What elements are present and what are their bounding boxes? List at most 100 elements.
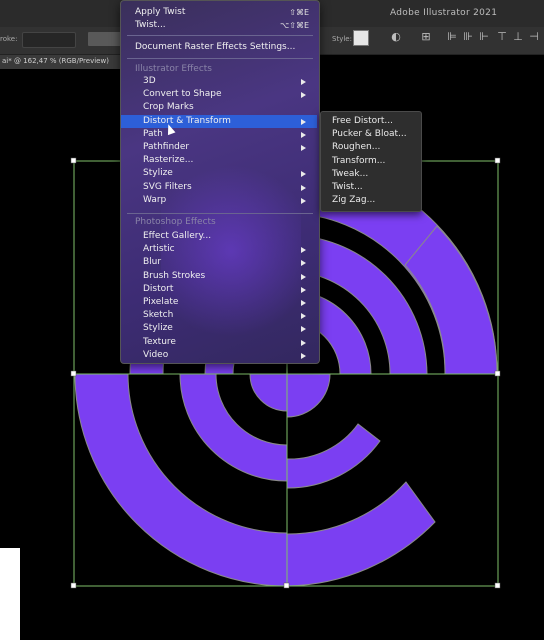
menu-item-svg-filters[interactable]: SVG Filters	[121, 181, 317, 194]
submenu-item-free-distort[interactable]: Free Distort...	[332, 116, 393, 126]
submenu-item-zig-zag[interactable]: Zig Zag...	[332, 195, 375, 205]
menu-item-label: Effect Gallery...	[143, 231, 212, 241]
effect-menu: Apply Twist ⇧⌘E Twist... ⌥⇧⌘E Document R…	[120, 0, 320, 364]
ring-segment	[286, 481, 436, 587]
menu-item-label: Blur	[143, 257, 162, 268]
menu-item-blur[interactable]: Blur	[121, 256, 317, 269]
submenu-item-roughen[interactable]: Roughen...	[332, 142, 380, 152]
menu-item-3d[interactable]: 3D	[121, 75, 317, 88]
apply-twist-item[interactable]: Apply Twist ⇧⌘E	[121, 6, 317, 19]
graphic-style-swatch[interactable]	[353, 30, 369, 46]
menu-item-brush-strokes[interactable]: Brush Strokes	[121, 270, 317, 283]
submenu-arrow-icon	[301, 171, 306, 178]
recolor-icon[interactable]: ◐	[390, 31, 402, 43]
menu-item-label: Distort	[143, 283, 174, 294]
submenu-item-twist[interactable]: Twist...	[332, 182, 363, 192]
align-bottom-icon[interactable]: ⊣	[528, 31, 540, 43]
menu-item-distort-transform[interactable]: Distort & Transform	[121, 114, 317, 128]
menu-item-label: Artistic	[143, 244, 175, 255]
ring-segment	[286, 373, 331, 418]
submenu-arrow-icon	[301, 118, 306, 125]
stroke-weight-input[interactable]	[22, 32, 76, 48]
document-tab-label: ai* @ 162,47 % (RGB/Preview)	[2, 57, 109, 65]
menu-item-label: Pathfinder	[143, 142, 190, 152]
stroke-profile-dropdown[interactable]	[88, 32, 122, 46]
document-raster-settings-item[interactable]: Document Raster Effects Settings...	[121, 41, 317, 54]
document-tab[interactable]: ai* @ 162,47 % (RGB/Preview)	[0, 55, 126, 69]
menu-separator	[127, 213, 313, 214]
submenu-arrow-icon	[301, 300, 306, 306]
submenu-arrow-icon	[301, 145, 306, 151]
align-left-icon[interactable]: ⊫	[446, 31, 458, 43]
apply-twist-shortcut: ⇧⌘E	[289, 8, 309, 17]
menu-item-label: Warp	[143, 194, 167, 205]
menu-item-label: SVG Filters	[143, 181, 192, 192]
stroke-label: roke:	[0, 35, 18, 43]
distort-transform-submenu: Free Distort... Pucker & Bloat... Roughen.…	[320, 111, 422, 212]
submenu-item-transform[interactable]: Transform...	[332, 156, 385, 166]
menu-item-video[interactable]: Video	[121, 349, 317, 362]
submenu-arrow-icon	[301, 286, 306, 293]
menu-item-label: Video	[143, 349, 169, 360]
apply-twist-label: Apply Twist	[135, 7, 186, 17]
align-top-icon[interactable]: ⊤	[496, 31, 508, 43]
submenu-arrow-icon	[301, 92, 306, 99]
white-panel-edge	[0, 548, 20, 640]
align-to-icon[interactable]: ⊞	[420, 31, 432, 43]
menu-item-label: Rasterize...	[143, 155, 194, 166]
menu-item-label: Texture	[143, 336, 176, 347]
menu-item-pixelate[interactable]: Pixelate	[121, 296, 317, 309]
submenu-arrow-icon	[301, 260, 306, 267]
twist-item[interactable]: Twist... ⌥⇧⌘E	[121, 19, 317, 32]
submenu-item-tweak[interactable]: Tweak...	[332, 169, 368, 179]
twist-shortcut: ⌥⇧⌘E	[280, 21, 309, 30]
selection-handle	[494, 157, 501, 164]
submenu-arrow-icon	[301, 131, 306, 138]
selection-handle	[70, 157, 77, 164]
menu-item-rasterize[interactable]: Rasterize...	[121, 154, 317, 167]
align-right-icon[interactable]: ⊩	[478, 31, 490, 43]
selection-handle	[494, 582, 501, 589]
menu-item-path[interactable]: Path	[121, 128, 317, 141]
app-title: Adobe Illustrator 2021	[390, 8, 498, 18]
submenu-arrow-icon	[301, 184, 306, 191]
menu-item-artistic[interactable]: Artistic	[121, 243, 317, 256]
menu-item-label: Convert to Shape	[143, 89, 222, 100]
illustrator-effects-header: Illustrator Effects	[135, 64, 212, 74]
menu-item-stylize[interactable]: Stylize	[121, 322, 317, 335]
menu-item-distort[interactable]: Distort	[121, 283, 317, 296]
submenu-arrow-icon	[301, 247, 306, 254]
menu-item-crop-marks[interactable]: Crop Marks	[121, 101, 317, 114]
submenu-arrow-icon	[301, 352, 306, 359]
menu-item-label: Sketch	[143, 310, 174, 321]
submenu-arrow-icon	[301, 313, 306, 320]
document-raster-settings-label: Document Raster Effects Settings...	[135, 42, 296, 52]
selection-handle	[70, 582, 77, 589]
menu-item-convert-to-shape[interactable]: Convert to Shape	[121, 88, 317, 101]
menu-item-sketch[interactable]: Sketch	[121, 309, 317, 322]
menu-item-label: Distort & Transform	[143, 115, 231, 126]
menu-item-texture[interactable]: Texture	[121, 336, 317, 349]
submenu-arrow-icon	[301, 197, 306, 204]
menu-separator	[127, 58, 313, 59]
ring-segment	[286, 423, 381, 489]
menu-item-warp[interactable]: Warp	[121, 194, 317, 207]
ring-segment	[249, 373, 288, 412]
submenu-arrow-icon	[301, 273, 306, 280]
menu-item-label: Path	[143, 128, 163, 139]
menu-item-effect-gallery[interactable]: Effect Gallery...	[121, 230, 317, 243]
menu-item-pathfinder[interactable]: Pathfinder	[121, 141, 317, 154]
selection-handle	[70, 370, 77, 377]
align-middle-icon[interactable]: ⊥	[512, 31, 524, 43]
menu-item-stylize[interactable]: Stylize	[121, 167, 317, 180]
submenu-item-pucker-bloat[interactable]: Pucker & Bloat...	[332, 129, 407, 139]
submenu-arrow-icon	[301, 339, 306, 346]
menu-item-label: Stylize	[143, 323, 173, 334]
menu-item-label: Stylize	[143, 168, 173, 179]
twist-label: Twist...	[135, 20, 166, 30]
align-center-icon[interactable]: ⊪	[462, 31, 474, 43]
menu-item-label: Pixelate	[143, 297, 179, 307]
menu-item-label: Crop Marks	[143, 102, 194, 113]
menu-item-label: Brush Strokes	[143, 270, 206, 281]
menu-item-label: 3D	[143, 76, 156, 86]
